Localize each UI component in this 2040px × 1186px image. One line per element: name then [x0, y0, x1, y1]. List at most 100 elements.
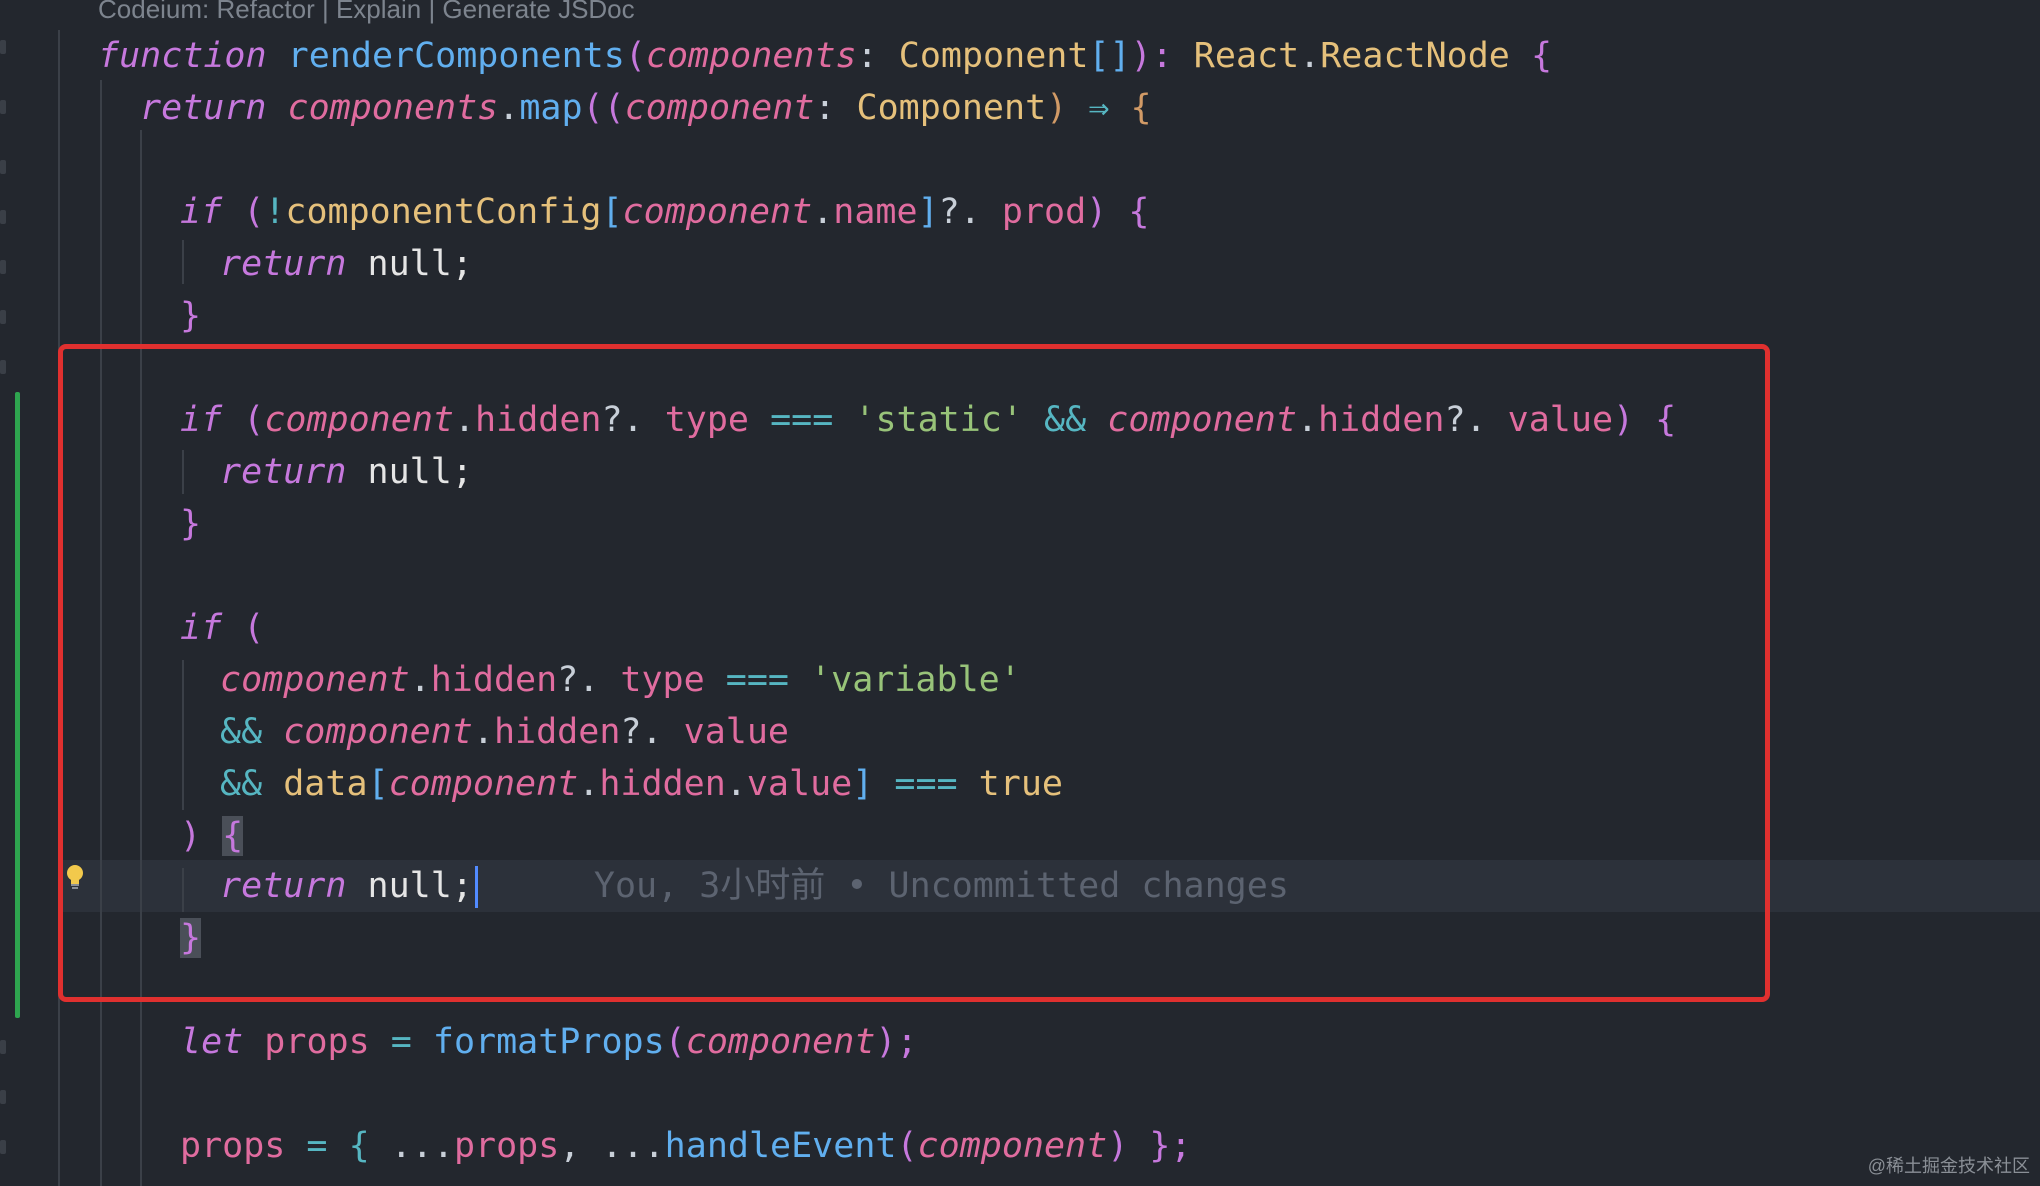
property: hidden	[599, 764, 726, 804]
property: prod	[980, 192, 1087, 232]
identifier: component	[1107, 400, 1297, 440]
code-line-condition-close[interactable]: ) {	[180, 810, 244, 862]
code-line-return-map[interactable]: return components.map((component: Compon…	[140, 82, 1152, 134]
brackets: []	[1088, 36, 1131, 76]
operator: =	[369, 1022, 433, 1062]
keyword: if	[180, 192, 223, 232]
punctuation: .	[472, 712, 494, 752]
type-name: React	[1193, 36, 1300, 76]
indent-guide	[182, 240, 184, 284]
keyword: if	[180, 400, 223, 440]
parameter: component	[624, 88, 815, 128]
code-line-let-props[interactable]: let props = formatProps(component);	[180, 1016, 918, 1068]
property: type	[643, 400, 749, 440]
property: hidden	[475, 400, 602, 440]
optional-chain: ?.	[938, 192, 981, 232]
optional-chain: ?.	[557, 660, 600, 700]
codeium-codelens[interactable]: Codeium: Refactor | Explain | Generate J…	[98, 0, 635, 25]
identifier: componentConfig	[285, 192, 602, 232]
keyword: if	[180, 608, 223, 648]
operator: &&	[1044, 400, 1087, 440]
code-line-props-assign[interactable]: props = { ...props, ...handleEvent(compo…	[180, 1120, 1192, 1172]
watermark: @稀土掘金技术社区	[1867, 1156, 2030, 1176]
identifier: component	[685, 1022, 876, 1062]
type-name: Component	[898, 36, 1089, 76]
paren: (	[222, 192, 265, 232]
code-line-close-brace[interactable]: }	[180, 912, 202, 964]
identifier: components	[287, 88, 499, 128]
variable: props	[453, 1126, 560, 1166]
git-change-bar[interactable]	[15, 392, 20, 1018]
punctuation: .	[1299, 36, 1321, 76]
indent-guide	[100, 80, 102, 1186]
bracket: [	[367, 764, 389, 804]
keyword: return	[220, 452, 347, 492]
code-line-close-brace[interactable]: }	[180, 290, 201, 342]
gutter-mark	[0, 360, 6, 374]
operator: !	[264, 192, 286, 232]
code-line-return-null[interactable]: return null;	[220, 446, 473, 498]
gutter-mark	[0, 1090, 6, 1104]
punctuation: .	[453, 400, 476, 440]
punctuation: .	[498, 88, 520, 128]
operator: &&	[220, 764, 263, 804]
code-line-return-null[interactable]: return null;	[220, 238, 473, 290]
code-line-condition-value[interactable]: && component.hidden?. value	[220, 706, 789, 758]
gutter-mark	[0, 160, 6, 174]
identifier: component	[264, 400, 454, 440]
keyword: let	[180, 1022, 244, 1062]
brace: }	[180, 296, 202, 336]
paren: (	[222, 400, 265, 440]
literal: null;	[346, 452, 473, 492]
property: hidden	[493, 712, 621, 752]
property: value	[746, 764, 853, 804]
line-gutter	[0, 0, 60, 1186]
punctuation: .	[812, 192, 834, 232]
type-name: ReactNode	[1320, 36, 1510, 76]
property: hidden	[430, 660, 558, 700]
punctuation: ):	[1130, 36, 1194, 76]
variable: props	[264, 1022, 370, 1062]
literal: null;	[346, 244, 473, 284]
identifier: component	[283, 712, 473, 752]
indent-guide	[182, 868, 184, 912]
gutter-mark	[0, 1140, 6, 1154]
keyword: return	[220, 244, 347, 284]
gutter-mark	[0, 40, 6, 54]
matched-brace: }	[180, 918, 202, 958]
code-line-condition-data[interactable]: && data[component.hidden.value] === true	[220, 758, 1063, 810]
indent-guide	[140, 130, 142, 1186]
brace: {	[1509, 36, 1553, 76]
gutter-mark	[0, 260, 6, 274]
paren: )	[180, 816, 202, 856]
code-line-if-static[interactable]: if (component.hidden?. type === 'static'…	[180, 394, 1676, 446]
method-name: map	[519, 88, 583, 128]
bracket: [	[601, 192, 623, 232]
code-line-close-brace[interactable]: }	[180, 498, 201, 550]
git-blame-annotation[interactable]: You, 3小时前 • Uncommitted changes	[594, 866, 1289, 906]
identifier: component	[917, 1126, 1108, 1166]
function-name: formatProps	[432, 1022, 665, 1062]
code-line-return-null-current[interactable]: return null; You, 3小时前 • Uncommitted chan…	[220, 860, 1289, 912]
code-line-if-config[interactable]: if (!componentConfig[component.name]?. p…	[180, 186, 1149, 238]
keyword: function	[98, 36, 267, 76]
code-line-if-open[interactable]: if (	[180, 602, 264, 654]
gutter-mark	[0, 310, 6, 324]
bracket: ]	[917, 192, 939, 232]
function-name: handleEvent	[664, 1126, 897, 1166]
punctuation: .	[1296, 400, 1318, 440]
code-line-function-signature[interactable]: function renderComponents(components: Co…	[98, 30, 1552, 82]
gutter-mark	[0, 210, 6, 224]
punctuation: ) };	[1107, 1126, 1192, 1166]
code-editor[interactable]: Codeium: Refactor | Explain | Generate J…	[0, 0, 2040, 1186]
identifier: data	[283, 764, 368, 804]
lightbulb-icon[interactable]	[66, 864, 84, 890]
identifier: component	[220, 660, 410, 700]
code-line-condition-type[interactable]: component.hidden?. type === 'variable'	[220, 654, 1021, 706]
property: type	[599, 660, 705, 700]
